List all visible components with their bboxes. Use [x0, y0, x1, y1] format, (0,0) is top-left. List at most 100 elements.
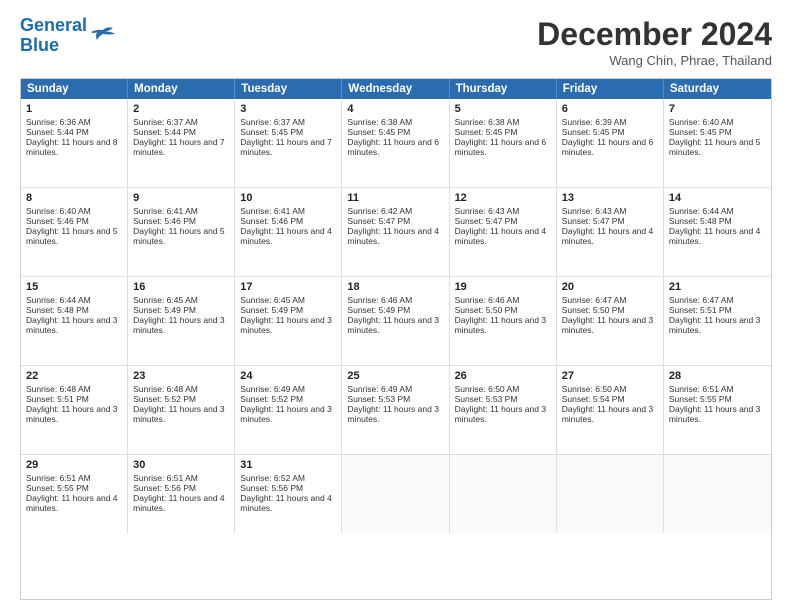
sunrise-3-2: Sunrise: 6:45 AM: [240, 295, 336, 305]
cal-row-1: 1Sunrise: 6:36 AMSunset: 5:44 PMDaylight…: [21, 99, 771, 188]
cal-cell-4-3: 25Sunrise: 6:49 AMSunset: 5:53 PMDayligh…: [342, 366, 449, 454]
logo-text: General Blue: [20, 16, 87, 56]
day-num-3-0: 15: [26, 281, 122, 293]
cal-cell-3-3: 18Sunrise: 6:46 AMSunset: 5:49 PMDayligh…: [342, 277, 449, 365]
cal-cell-3-0: 15Sunrise: 6:44 AMSunset: 5:48 PMDayligh…: [21, 277, 128, 365]
cal-cell-1-3: 4Sunrise: 6:38 AMSunset: 5:45 PMDaylight…: [342, 99, 449, 187]
sunset-3-2: Sunset: 5:49 PM: [240, 305, 336, 315]
daylight-1-1: Daylight: 11 hours and 7 minutes.: [133, 137, 229, 157]
sunset-2-4: Sunset: 5:47 PM: [455, 216, 551, 226]
sunset-4-6: Sunset: 5:55 PM: [669, 394, 766, 404]
sunset-1-4: Sunset: 5:45 PM: [455, 127, 551, 137]
daylight-4-3: Daylight: 11 hours and 3 minutes.: [347, 404, 443, 424]
day-num-3-3: 18: [347, 281, 443, 293]
sunrise-2-0: Sunrise: 6:40 AM: [26, 206, 122, 216]
day-num-4-4: 26: [455, 370, 551, 382]
daylight-3-5: Daylight: 11 hours and 3 minutes.: [562, 315, 658, 335]
daylight-1-4: Daylight: 11 hours and 6 minutes.: [455, 137, 551, 157]
day-num-4-5: 27: [562, 370, 658, 382]
logo-general: General: [20, 15, 87, 35]
day-num-1-1: 2: [133, 103, 229, 115]
sunrise-2-6: Sunrise: 6:44 AM: [669, 206, 766, 216]
day-num-1-0: 1: [26, 103, 122, 115]
sunset-3-6: Sunset: 5:51 PM: [669, 305, 766, 315]
sunrise-5-0: Sunrise: 6:51 AM: [26, 473, 122, 483]
daylight-4-4: Daylight: 11 hours and 3 minutes.: [455, 404, 551, 424]
sunrise-4-5: Sunrise: 6:50 AM: [562, 384, 658, 394]
daylight-4-2: Daylight: 11 hours and 3 minutes.: [240, 404, 336, 424]
sunset-2-2: Sunset: 5:46 PM: [240, 216, 336, 226]
cal-cell-2-5: 13Sunrise: 6:43 AMSunset: 5:47 PMDayligh…: [557, 188, 664, 276]
header: General Blue December 2024 Wang Chin, Ph…: [20, 16, 772, 68]
daylight-3-1: Daylight: 11 hours and 3 minutes.: [133, 315, 229, 335]
daylight-4-5: Daylight: 11 hours and 3 minutes.: [562, 404, 658, 424]
day-num-4-6: 28: [669, 370, 766, 382]
cal-cell-5-0: 29Sunrise: 6:51 AMSunset: 5:55 PMDayligh…: [21, 455, 128, 533]
daylight-1-5: Daylight: 11 hours and 6 minutes.: [562, 137, 658, 157]
sunset-3-3: Sunset: 5:49 PM: [347, 305, 443, 315]
daylight-5-2: Daylight: 11 hours and 4 minutes.: [240, 493, 336, 513]
daylight-1-3: Daylight: 11 hours and 6 minutes.: [347, 137, 443, 157]
daylight-3-6: Daylight: 11 hours and 3 minutes.: [669, 315, 766, 335]
day-num-3-6: 21: [669, 281, 766, 293]
day-num-2-2: 10: [240, 192, 336, 204]
cal-cell-1-6: 7Sunrise: 6:40 AMSunset: 5:45 PMDaylight…: [664, 99, 771, 187]
cal-cell-2-0: 8Sunrise: 6:40 AMSunset: 5:46 PMDaylight…: [21, 188, 128, 276]
day-num-5-1: 30: [133, 459, 229, 471]
daylight-2-0: Daylight: 11 hours and 5 minutes.: [26, 226, 122, 246]
cal-cell-3-4: 19Sunrise: 6:46 AMSunset: 5:50 PMDayligh…: [450, 277, 557, 365]
cal-row-3: 15Sunrise: 6:44 AMSunset: 5:48 PMDayligh…: [21, 277, 771, 366]
sunset-1-6: Sunset: 5:45 PM: [669, 127, 766, 137]
daylight-3-0: Daylight: 11 hours and 3 minutes.: [26, 315, 122, 335]
day-num-2-4: 12: [455, 192, 551, 204]
daylight-2-4: Daylight: 11 hours and 4 minutes.: [455, 226, 551, 246]
daylight-2-2: Daylight: 11 hours and 4 minutes.: [240, 226, 336, 246]
cal-cell-5-4: [450, 455, 557, 533]
cal-cell-2-1: 9Sunrise: 6:41 AMSunset: 5:46 PMDaylight…: [128, 188, 235, 276]
cal-cell-2-6: 14Sunrise: 6:44 AMSunset: 5:48 PMDayligh…: [664, 188, 771, 276]
day-num-1-2: 3: [240, 103, 336, 115]
sunrise-1-2: Sunrise: 6:37 AM: [240, 117, 336, 127]
day-num-4-3: 25: [347, 370, 443, 382]
cal-cell-1-0: 1Sunrise: 6:36 AMSunset: 5:44 PMDaylight…: [21, 99, 128, 187]
day-num-3-5: 20: [562, 281, 658, 293]
day-num-3-4: 19: [455, 281, 551, 293]
daylight-1-6: Daylight: 11 hours and 5 minutes.: [669, 137, 766, 157]
sunrise-1-3: Sunrise: 6:38 AM: [347, 117, 443, 127]
daylight-4-6: Daylight: 11 hours and 3 minutes.: [669, 404, 766, 424]
sunset-3-4: Sunset: 5:50 PM: [455, 305, 551, 315]
sunrise-2-2: Sunrise: 6:41 AM: [240, 206, 336, 216]
month-title: December 2024: [537, 16, 772, 53]
calendar-body: 1Sunrise: 6:36 AMSunset: 5:44 PMDaylight…: [21, 99, 771, 533]
sunrise-4-4: Sunrise: 6:50 AM: [455, 384, 551, 394]
cal-cell-1-4: 5Sunrise: 6:38 AMSunset: 5:45 PMDaylight…: [450, 99, 557, 187]
daylight-5-0: Daylight: 11 hours and 4 minutes.: [26, 493, 122, 513]
daylight-4-0: Daylight: 11 hours and 3 minutes.: [26, 404, 122, 424]
daylight-2-6: Daylight: 11 hours and 4 minutes.: [669, 226, 766, 246]
page: General Blue December 2024 Wang Chin, Ph…: [0, 0, 792, 612]
cal-cell-4-1: 23Sunrise: 6:48 AMSunset: 5:52 PMDayligh…: [128, 366, 235, 454]
sunset-1-1: Sunset: 5:44 PM: [133, 127, 229, 137]
header-tuesday: Tuesday: [235, 79, 342, 99]
cal-cell-2-3: 11Sunrise: 6:42 AMSunset: 5:47 PMDayligh…: [342, 188, 449, 276]
header-saturday: Saturday: [664, 79, 771, 99]
sunset-1-2: Sunset: 5:45 PM: [240, 127, 336, 137]
day-num-5-0: 29: [26, 459, 122, 471]
day-num-2-3: 11: [347, 192, 443, 204]
sunset-2-0: Sunset: 5:46 PM: [26, 216, 122, 226]
sunset-4-3: Sunset: 5:53 PM: [347, 394, 443, 404]
cal-cell-5-1: 30Sunrise: 6:51 AMSunset: 5:56 PMDayligh…: [128, 455, 235, 533]
sunset-5-2: Sunset: 5:56 PM: [240, 483, 336, 493]
header-wednesday: Wednesday: [342, 79, 449, 99]
sunrise-1-5: Sunrise: 6:39 AM: [562, 117, 658, 127]
cal-row-2: 8Sunrise: 6:40 AMSunset: 5:46 PMDaylight…: [21, 188, 771, 277]
logo-bird-icon: [89, 26, 117, 48]
sunrise-1-0: Sunrise: 6:36 AM: [26, 117, 122, 127]
sunset-3-0: Sunset: 5:48 PM: [26, 305, 122, 315]
sunrise-4-0: Sunrise: 6:48 AM: [26, 384, 122, 394]
sunrise-5-1: Sunrise: 6:51 AM: [133, 473, 229, 483]
sunset-4-1: Sunset: 5:52 PM: [133, 394, 229, 404]
cal-cell-3-6: 21Sunrise: 6:47 AMSunset: 5:51 PMDayligh…: [664, 277, 771, 365]
day-num-2-6: 14: [669, 192, 766, 204]
sunset-2-5: Sunset: 5:47 PM: [562, 216, 658, 226]
